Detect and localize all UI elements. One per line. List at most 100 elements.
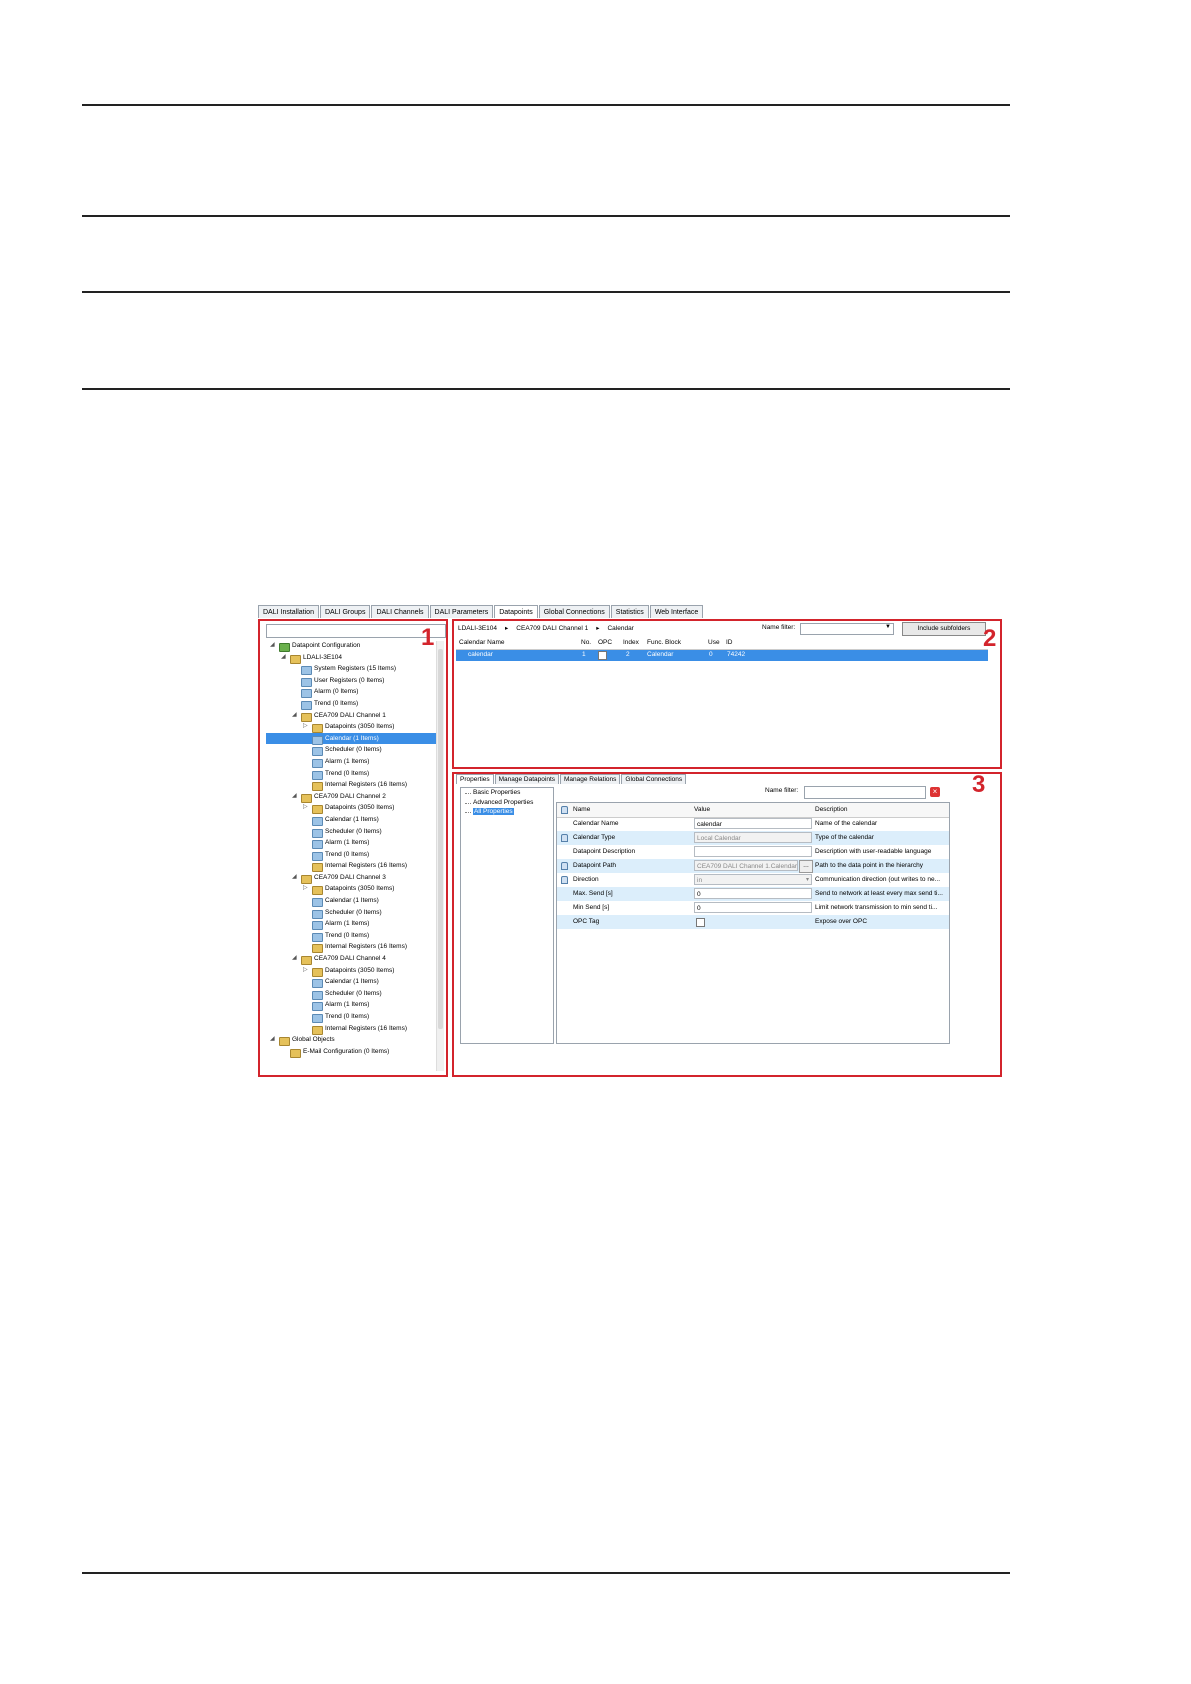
- tree-item[interactable]: ▷ Datapoints (3050 Items): [266, 802, 436, 815]
- property-row[interactable]: Calendar Type Local Calendar Type of the c…: [557, 831, 949, 845]
- tree-item[interactable]: Alarm (1 Items): [266, 756, 436, 768]
- tab-dali-parameters[interactable]: DALI Parameters: [429, 605, 494, 618]
- tree-search-input[interactable]: [266, 624, 446, 638]
- tree-item[interactable]: Trend (0 Items): [266, 698, 436, 710]
- tree-item[interactable]: Calendar (1 Items): [266, 976, 436, 989]
- col-index[interactable]: Index: [623, 639, 639, 646]
- chevron-down-icon[interactable]: ▼: [885, 624, 891, 630]
- tree-item[interactable]: Scheduler (0 Items): [266, 744, 436, 757]
- tree-item[interactable]: ◢ CEA709 DALI Channel 1: [266, 710, 436, 722]
- collapse-arrow-icon[interactable]: ◢: [292, 791, 297, 803]
- tree-item[interactable]: Internal Registers (16 Items): [266, 860, 436, 873]
- tree-item[interactable]: ▷ Datapoints (3050 Items): [266, 965, 436, 977]
- tree-item[interactable]: Calendar (1 Items): [266, 732, 436, 745]
- expand-arrow-icon[interactable]: ▷: [303, 802, 308, 814]
- tab-manage-datapoints[interactable]: Manage Datapoints: [494, 774, 559, 784]
- property-row[interactable]: Datapoint Description Description with us…: [557, 845, 949, 859]
- tree-item[interactable]: Calendar (1 Items): [266, 814, 436, 826]
- property-row[interactable]: Min Send [s] 0 Limit network transmission …: [557, 901, 949, 915]
- list-name-filter-input[interactable]: ▼: [800, 623, 894, 635]
- tree-item[interactable]: Internal Registers (16 Items): [266, 1023, 436, 1035]
- col-id[interactable]: ID: [726, 639, 733, 646]
- property-row[interactable]: Direction in ▾ Communication direction (out…: [557, 873, 949, 887]
- property-value-field[interactable]: CEA709 DALI Channel 1.Calendar: [694, 860, 798, 871]
- tree-item[interactable]: Internal Registers (16 Items): [266, 779, 436, 792]
- property-value-field[interactable]: 0: [694, 888, 812, 899]
- tree-item[interactable]: Alarm (1 Items): [266, 999, 436, 1012]
- include-subfolders-button[interactable]: Include subfolders: [902, 622, 986, 636]
- category-item[interactable]: Basic Properties: [461, 788, 553, 798]
- property-value-field[interactable]: Local Calendar: [694, 832, 812, 843]
- tree-item[interactable]: Alarm (0 Items): [266, 686, 436, 699]
- tab-dali-installation[interactable]: DALI Installation: [258, 605, 319, 618]
- expand-arrow-icon[interactable]: ▷: [303, 883, 308, 895]
- breadcrumb-item[interactable]: LDALI-3E104: [458, 625, 497, 632]
- tree-item[interactable]: User Registers (0 Items): [266, 675, 436, 687]
- tree-item[interactable]: Trend (0 Items): [266, 849, 436, 861]
- tree-item[interactable]: ◢ CEA709 DALI Channel 4: [266, 953, 436, 966]
- tree-item[interactable]: ◢ CEA709 DALI Channel 2: [266, 791, 436, 803]
- tab-datapoints[interactable]: Datapoints: [494, 605, 538, 618]
- tree-item[interactable]: ◢ CEA709 DALI Channel 3: [266, 872, 436, 884]
- property-value-field[interactable]: calendar: [694, 818, 812, 829]
- tree-item[interactable]: E-Mail Configuration (0 Items): [266, 1046, 436, 1058]
- tree-item[interactable]: ◢ LDALI-3E104: [266, 652, 436, 664]
- tree-item[interactable]: ▷ Datapoints (3050 Items): [266, 721, 436, 734]
- tree-scrollbar-thumb[interactable]: [438, 649, 443, 1029]
- col-func-block[interactable]: Func. Block: [647, 639, 681, 646]
- property-row[interactable]: Calendar Name calendar Name of the calenda…: [557, 817, 949, 831]
- col-name[interactable]: Name: [573, 806, 590, 813]
- tree-item[interactable]: Trend (0 Items): [266, 1011, 436, 1023]
- tab-manage-relations[interactable]: Manage Relations: [560, 774, 621, 784]
- browse-path-icon[interactable]: …: [799, 860, 813, 873]
- chevron-down-icon[interactable]: ▾: [806, 875, 809, 884]
- tree-item[interactable]: Trend (0 Items): [266, 768, 436, 780]
- category-item[interactable]: Advanced Properties: [461, 798, 553, 808]
- col-no[interactable]: No.: [581, 639, 591, 646]
- opc-checkbox[interactable]: [598, 651, 607, 660]
- property-row[interactable]: Datapoint Path … CEA709 DALI Channel 1.Cal…: [557, 859, 949, 873]
- breadcrumb-item[interactable]: CEA709 DALI Channel 1: [516, 625, 588, 632]
- tree-item[interactable]: ◢ Datapoint Configuration: [266, 640, 436, 652]
- expand-arrow-icon[interactable]: ▷: [303, 721, 308, 733]
- col-use[interactable]: Use: [708, 639, 720, 646]
- tree-item[interactable]: Trend (0 Items): [266, 930, 436, 942]
- table-row[interactable]: calendar 1 2 Calendar 0 74242: [456, 650, 988, 661]
- tree-item[interactable]: Scheduler (0 Items): [266, 907, 436, 919]
- tree-item[interactable]: Calendar (1 Items): [266, 895, 436, 908]
- collapse-arrow-icon[interactable]: ◢: [281, 652, 286, 664]
- breadcrumb-item[interactable]: Calendar: [607, 625, 633, 632]
- tree-item[interactable]: System Registers (15 Items): [266, 663, 436, 676]
- category-item[interactable]: All Properties: [461, 807, 553, 817]
- tree-item[interactable]: Scheduler (0 Items): [266, 988, 436, 1000]
- property-row[interactable]: Max. Send [s] 0 Send to network at least e…: [557, 887, 949, 901]
- property-row[interactable]: OPC Tag Expose over OPC: [557, 915, 949, 929]
- collapse-arrow-icon[interactable]: ◢: [270, 640, 275, 652]
- clear-filter-icon[interactable]: ×: [930, 787, 940, 797]
- tree-item[interactable]: Internal Registers (16 Items): [266, 941, 436, 954]
- col-calendar-name[interactable]: Calendar Name: [459, 639, 505, 646]
- tab-global-connections[interactable]: Global Connections: [621, 774, 687, 784]
- tree-item[interactable]: Alarm (1 Items): [266, 837, 436, 850]
- tree-item[interactable]: Alarm (1 Items): [266, 918, 436, 931]
- tab-web-interface[interactable]: Web Interface: [649, 605, 704, 618]
- tab-global-connections[interactable]: Global Connections: [538, 605, 610, 618]
- opc-tag-checkbox[interactable]: [696, 918, 705, 927]
- property-value-field[interactable]: [694, 846, 812, 857]
- property-value-field[interactable]: 0: [694, 902, 812, 913]
- tree-item[interactable]: Scheduler (0 Items): [266, 826, 436, 838]
- col-value[interactable]: Value: [694, 806, 710, 813]
- col-description[interactable]: Description: [815, 806, 848, 813]
- tab-properties[interactable]: Properties: [456, 774, 494, 784]
- tree-item[interactable]: ▷ Datapoints (3050 Items): [266, 883, 436, 896]
- tab-statistics[interactable]: Statistics: [610, 605, 649, 618]
- properties-name-filter-input[interactable]: [804, 786, 926, 799]
- collapse-arrow-icon[interactable]: ◢: [270, 1034, 275, 1046]
- tree-item[interactable]: ◢ Global Objects: [266, 1034, 436, 1047]
- tab-dali-groups[interactable]: DALI Groups: [319, 605, 371, 618]
- property-value-field[interactable]: in ▾: [694, 874, 812, 885]
- collapse-arrow-icon[interactable]: ◢: [292, 872, 297, 884]
- col-opc[interactable]: OPC: [598, 639, 612, 646]
- tab-dali-channels[interactable]: DALI Channels: [371, 605, 429, 618]
- collapse-arrow-icon[interactable]: ◢: [292, 953, 297, 965]
